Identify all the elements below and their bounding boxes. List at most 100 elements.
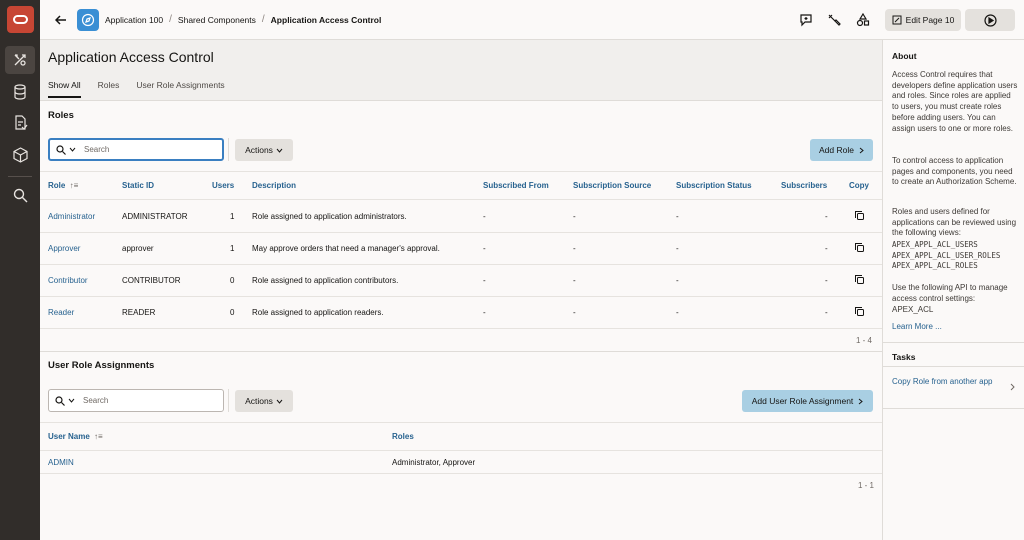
column-header-user-name[interactable]: User Name ↑≡ (48, 432, 103, 441)
toolbar-divider (228, 389, 229, 412)
add-assignment-label: Add User Role Assignment (751, 396, 854, 406)
user-name-link[interactable]: ADMIN (48, 458, 74, 467)
description-cell: Role assigned to application readers. (252, 308, 384, 317)
chevron-right-icon[interactable] (1010, 383, 1015, 391)
column-header-role[interactable]: Role ↑≡ (48, 181, 78, 190)
sql-script-icon[interactable] (5, 109, 35, 137)
column-header-users[interactable]: Users (212, 181, 234, 190)
sort-ascending-icon[interactable]: ↑≡ (94, 432, 103, 441)
subscription-source-cell: - (573, 244, 576, 253)
column-header-roles[interactable]: Roles (392, 432, 414, 441)
sidebar-divider (883, 408, 1024, 409)
assignments-search-placeholder: Search (83, 396, 109, 405)
subscription-source-cell: - (573, 212, 576, 221)
table-divider (40, 473, 882, 474)
column-header-copy: Copy (849, 181, 869, 190)
tab-user-role-assignments[interactable]: User Role Assignments (136, 80, 224, 98)
tasks-title: Tasks (892, 352, 916, 362)
breadcrumb-application[interactable]: Application 100 (105, 15, 163, 25)
left-rail (0, 0, 40, 540)
database-icon[interactable] (5, 78, 35, 106)
static-id-cell: approver (122, 244, 154, 253)
breadcrumb-separator: / (169, 14, 172, 25)
chevron-down-icon[interactable] (68, 398, 75, 403)
api-name: APEX_ACL (892, 305, 934, 314)
add-role-button[interactable]: Add Role (810, 139, 873, 161)
tab-roles[interactable]: Roles (98, 80, 120, 98)
users-count-cell: 1 (230, 244, 235, 253)
breadcrumb-current: Application Access Control (270, 14, 382, 25)
column-header-subscribed-from[interactable]: Subscribed From (483, 181, 549, 190)
learn-more-link[interactable]: Learn More ... (892, 322, 1018, 333)
feedback-icon[interactable] (797, 11, 815, 29)
subscribed-from-cell: - (483, 244, 486, 253)
column-header-static-id[interactable]: Static ID (122, 181, 154, 190)
role-link[interactable]: Reader (48, 308, 74, 317)
edit-page-icon (892, 15, 902, 25)
copy-icon[interactable] (854, 306, 865, 319)
roles-search-input[interactable]: Search (48, 138, 224, 161)
subscribers-cell: - (825, 276, 828, 285)
copy-role-task-link[interactable]: Copy Role from another app (892, 377, 997, 388)
users-count-cell: 1 (230, 212, 235, 221)
chevron-down-icon (276, 399, 283, 404)
subscription-source-cell: - (573, 308, 576, 317)
table-divider (40, 422, 882, 423)
role-link[interactable]: Approver (48, 244, 80, 253)
users-count-cell: 0 (230, 308, 235, 317)
back-arrow-icon[interactable] (52, 11, 70, 29)
search-icon (55, 395, 65, 406)
assignments-actions-button[interactable]: Actions (235, 390, 293, 412)
about-paragraph-4: Use the following API to manage access c… (892, 283, 1008, 303)
about-paragraph-1: Access Control requires that developers … (892, 70, 1018, 133)
table-divider (40, 232, 882, 233)
copy-icon[interactable] (854, 242, 865, 255)
acl-views-list: APEX_APPL_ACL_USERS APEX_APPL_ACL_USER_R… (892, 240, 1018, 272)
column-header-description[interactable]: Description (252, 181, 296, 190)
oracle-logo-icon[interactable] (7, 6, 34, 33)
tab-show-all[interactable]: Show All (48, 80, 81, 98)
main-content: Application Access Control Show All Role… (40, 40, 882, 540)
shared-components-icon[interactable] (5, 46, 35, 74)
subscription-status-cell: - (676, 244, 679, 253)
edit-page-button[interactable]: Edit Page 10 (885, 9, 961, 31)
roles-actions-button[interactable]: Actions (235, 139, 293, 161)
run-icon (983, 13, 997, 27)
copy-icon[interactable] (854, 274, 865, 287)
search-icon[interactable] (5, 181, 35, 209)
actions-label: Actions (245, 145, 273, 155)
copy-icon[interactable] (854, 210, 865, 223)
run-button[interactable] (965, 9, 1015, 31)
column-header-subscription-status[interactable]: Subscription Status (676, 181, 752, 190)
add-user-role-assignment-button[interactable]: Add User Role Assignment (742, 390, 873, 412)
shapes-icon[interactable] (854, 11, 872, 29)
subscribers-cell: - (825, 244, 828, 253)
sort-ascending-icon[interactable]: ↑≡ (70, 181, 79, 190)
wrench-icon[interactable] (825, 11, 843, 29)
users-count-cell: 0 (230, 276, 235, 285)
subscribed-from-cell: - (483, 276, 486, 285)
table-divider (40, 328, 882, 329)
assignments-region-title: User Role Assignments (48, 360, 155, 371)
roles-region-title: Roles (48, 110, 74, 121)
app-compass-icon[interactable] (77, 9, 99, 31)
static-id-cell: READER (122, 308, 156, 317)
about-title: About (892, 51, 917, 61)
view-acl-users: APEX_APPL_ACL_USERS (892, 240, 978, 249)
subscription-status-cell: - (676, 308, 679, 317)
column-header-role-label: Role (48, 181, 66, 190)
chevron-down-icon[interactable] (69, 147, 76, 152)
roles-search-placeholder: Search (84, 145, 110, 154)
role-link[interactable]: Administrator (48, 212, 95, 221)
breadcrumb-shared-components[interactable]: Shared Components (178, 15, 256, 25)
column-header-user-name-label: User Name (48, 432, 90, 441)
package-icon[interactable] (5, 141, 35, 169)
column-header-subscribers[interactable]: Subscribers (781, 181, 827, 190)
description-cell: Role assigned to application administrat… (252, 212, 407, 221)
table-divider (40, 450, 882, 451)
user-roles-cell: Administrator, Approver (392, 458, 476, 467)
assignments-search-input[interactable]: Search (48, 389, 224, 412)
search-icon (56, 144, 66, 155)
role-link[interactable]: Contributor (48, 276, 88, 285)
column-header-subscription-source[interactable]: Subscription Source (573, 181, 651, 190)
